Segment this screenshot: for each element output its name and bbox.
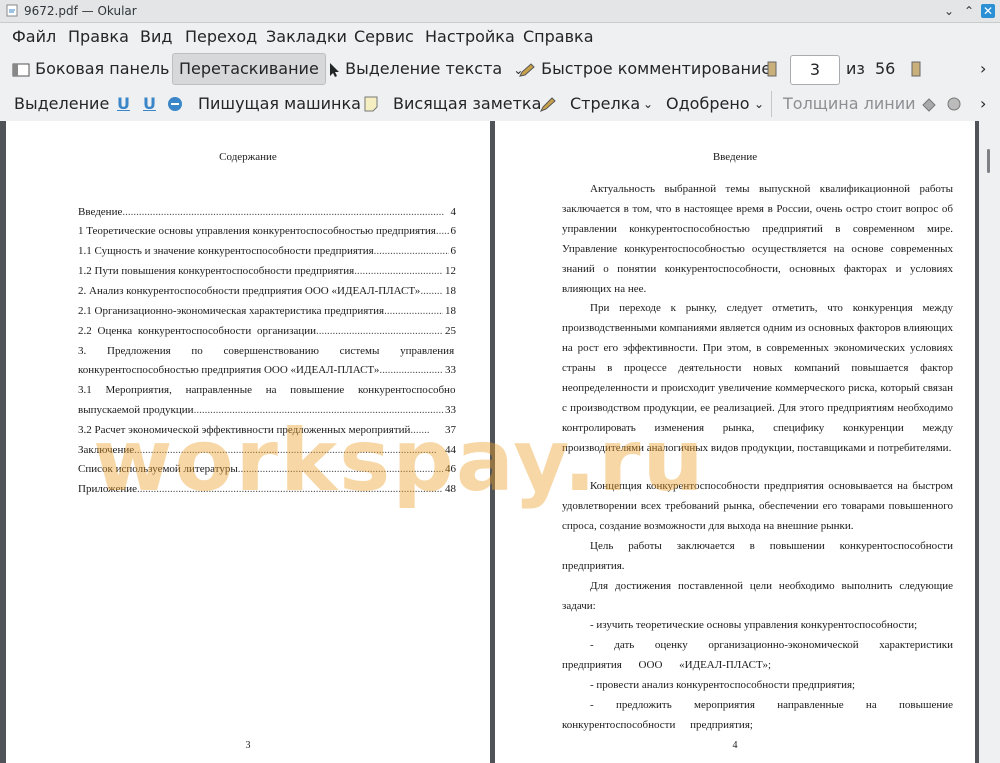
toc-entry[interactable]: 1 Теоретические основы управления конкур… (78, 225, 456, 237)
text-select-label: Выделение текста (345, 59, 503, 78)
menu-bookmarks[interactable]: Закладки (266, 27, 347, 46)
intro-title: Введение (712, 151, 758, 163)
toc-entry[interactable]: 2.2 Оценка конкурентоспособности организ… (78, 325, 456, 337)
chevron-down-icon[interactable]: ⌄ (643, 87, 653, 121)
sidebar-label: Боковая панель (35, 59, 170, 78)
toc-entry[interactable]: Введение................................… (78, 206, 456, 218)
toolbar-separator (771, 91, 772, 117)
toc-entry[interactable]: Заключение..............................… (78, 444, 456, 456)
toc-entry[interactable]: 1.2 Пути повышения конкурентоспособности… (78, 265, 456, 277)
menu-edit[interactable]: Правка (68, 27, 129, 46)
paragraph: Концепция конкурентоспособности предприя… (562, 480, 953, 532)
strikeout-icon[interactable] (167, 96, 183, 112)
next-page-icon[interactable] (911, 61, 921, 77)
browse-tool-button[interactable]: Перетаскивание (172, 53, 326, 85)
menu-help[interactable]: Справка (523, 27, 594, 46)
menu-settings[interactable]: Настройка (425, 27, 515, 46)
toc-entry[interactable]: 1.1 Сущность и значение конкурентоспособ… (78, 245, 456, 257)
quick-annotation-label: Быстрое комментирование (541, 59, 772, 78)
title-bar: 9672.pdf — Okular ⌄ ⌃ ✕ (0, 0, 1000, 23)
scrollbar-thumb[interactable] (987, 149, 990, 173)
text-select-tool-button[interactable]: Выделение текста ⌄ (328, 52, 523, 86)
toc-entry[interactable]: конкурентоспособностью предприятия ООО «… (78, 364, 456, 376)
toolbar-overflow-button[interactable]: › (980, 87, 986, 121)
pdf-page-4: Введение Актуальность выбранной темы вып… (495, 121, 975, 763)
maximize-button[interactable]: ⌃ (962, 4, 976, 18)
toc-entry[interactable]: выпускаемой продукции...................… (78, 404, 456, 416)
toolbar-overflow-button[interactable]: › (980, 52, 986, 86)
previous-page-icon[interactable] (767, 61, 777, 77)
menu-tools[interactable]: Сервис (354, 27, 414, 46)
squiggle-tool-button[interactable]: U (143, 87, 156, 121)
popup-note-tool-button[interactable]: Висящая заметка (393, 87, 541, 121)
page-footer-number: 4 (732, 740, 738, 751)
chevron-down-icon[interactable]: ⌄ (754, 87, 764, 121)
quick-annotation-button[interactable]: Быстрое комментирование (518, 52, 771, 86)
toc-entry[interactable]: 3. Предложения по совершенствованию сист… (78, 345, 456, 357)
list-item: - дать оценку организационно-экономическ… (562, 639, 953, 671)
line-width-control[interactable]: Толщина линии (783, 87, 916, 121)
sidebar-icon (12, 63, 30, 76)
stamp-tool-button[interactable]: Одобрено (666, 87, 750, 121)
page-of-label: из (846, 59, 865, 78)
toc-entry[interactable]: 3.1 Мероприятия, направленные на повышен… (78, 384, 456, 396)
pen-icon (519, 62, 535, 77)
browse-label: Перетаскивание (179, 59, 319, 78)
menu-go[interactable]: Переход (185, 27, 257, 46)
document-view[interactable]: Содержание Введение.....................… (0, 121, 1000, 763)
toc-entry[interactable]: 2. Анализ конкурентоспособности предприя… (78, 285, 456, 297)
toc-entry[interactable]: Приложение..............................… (78, 483, 456, 495)
highlight-tool-button[interactable]: Выделение (14, 87, 109, 121)
minimize-button[interactable]: ⌄ (942, 4, 956, 18)
underline-tool-button[interactable]: U (117, 87, 130, 121)
toc-entry[interactable]: Список используемой литературы..........… (78, 463, 456, 475)
menu-view[interactable]: Вид (140, 27, 172, 46)
paragraph: Для достижения поставленной цели необход… (562, 580, 953, 612)
toc-entry[interactable]: 2.1 Организационно-экономическая характе… (78, 305, 456, 317)
paint-bucket-icon[interactable] (920, 96, 938, 112)
window-title: 9672.pdf — Okular (24, 4, 137, 18)
menu-file[interactable]: Файл (12, 27, 56, 46)
paragraph: Цель работы заключается в повышении конк… (562, 540, 953, 572)
list-item: - предложить мероприятия направленные на… (562, 699, 953, 731)
cursor-arrow-icon (330, 62, 339, 77)
okular-app-icon (6, 4, 18, 17)
pdf-page-3: Содержание Введение.....................… (6, 121, 490, 763)
main-toolbar: Боковая панель Перетаскивание Выделение … (0, 52, 1000, 86)
sidebar-toggle-button[interactable]: Боковая панель (12, 52, 169, 86)
page-number-input[interactable]: 3 (790, 55, 840, 85)
paragraph: Актуальность выбранной темы выпускной кв… (562, 183, 953, 295)
arrow-tool-button[interactable]: Стрелка (570, 87, 640, 121)
toc-title: Содержание (219, 151, 277, 163)
vertical-scrollbar[interactable] (979, 121, 1000, 763)
paragraph: При переходе к рынку, следует отметить, … (562, 302, 953, 454)
menu-bar: Файл Правка Вид Переход Закладки Сервис … (0, 23, 1000, 51)
list-item: - провести анализ конкурентоспособности … (590, 679, 856, 691)
page-footer-number: 3 (245, 740, 251, 751)
toc-entry[interactable]: 3.2 Расчет экономической эффективности п… (78, 424, 456, 436)
note-icon (364, 96, 378, 112)
typewriter-tool-button[interactable]: Пишущая машинка (198, 87, 361, 121)
list-item: - изучить теоретические основы управлени… (590, 619, 918, 631)
close-button[interactable]: ✕ (981, 4, 995, 18)
page-total: 56 (875, 59, 896, 78)
arrow-pen-icon (539, 97, 556, 112)
annotation-toolbar: Выделение U U Пишущая машинка Висящая за… (0, 87, 1000, 121)
opacity-icon[interactable] (946, 96, 962, 112)
